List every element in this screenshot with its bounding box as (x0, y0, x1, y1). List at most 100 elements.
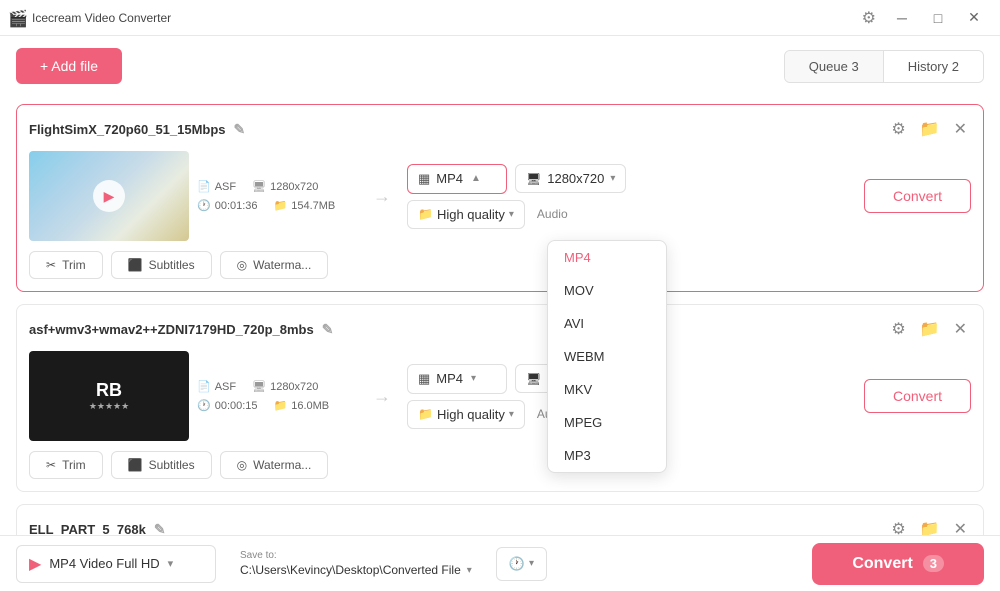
tab-group: Queue 3 History 2 (784, 50, 984, 83)
dropdown-avi[interactable]: AVI (548, 307, 666, 340)
format-chevron-2: ▾ (471, 373, 476, 384)
file-card-1-body: ▶ 📄 ASF 🖥 1280x720 (29, 151, 971, 241)
res-icon-1: 🖥 (252, 180, 266, 193)
toolbar: + Add file Queue 3 History 2 (0, 36, 1000, 96)
size-icon-1: 📁 (274, 199, 288, 212)
quality-select-2[interactable]: 📁 High quality ▾ (407, 400, 525, 429)
folder-2-button[interactable]: 📁 (916, 317, 944, 341)
format-chevron-1: ▲ (471, 173, 481, 184)
watermark-icon-2: ◎ (237, 458, 247, 472)
convert-button-2[interactable]: Convert (864, 379, 971, 413)
subtitles-button-1[interactable]: ⬛ Subtitles (111, 251, 212, 279)
file-name-1: FlightSimX_720p60_51_15Mbps ✎ (29, 121, 245, 138)
watermark-button-1[interactable]: ◎ Waterma... (220, 251, 329, 279)
format-select-2[interactable]: ▦ MP4 ▾ (407, 364, 507, 394)
file-name-2: asf+wmv3+wmav2++ZDNI7179HD_720p_8mbs ✎ (29, 321, 333, 338)
video-type-select[interactable]: ▶ MP4 Video Full HD ▾ (16, 545, 216, 583)
file-3-actions: ⚙ 📁 ✕ (887, 517, 971, 535)
video-type-icon: ▶ (29, 554, 41, 574)
queue-tab[interactable]: Queue 3 (785, 51, 884, 82)
bottom-left: ▶ MP4 Video Full HD ▾ Save to: C:\Users\… (16, 545, 547, 583)
file-meta-1: 📄 ASF 🖥 1280x720 🕐 00:01:36 (197, 180, 357, 212)
meta-row-2b: 🕐 00:00:15 📁 16.0MB (197, 399, 357, 412)
add-file-button[interactable]: + Add file (16, 48, 122, 84)
res-select-icon-1: 🖥 (526, 172, 541, 186)
watermark-button-2[interactable]: ◎ Waterma... (220, 451, 329, 479)
size-icon-2: 📁 (274, 399, 288, 412)
arrow-2: → (373, 386, 391, 407)
meta-row-2a: 📄 ASF 🖥 1280x720 (197, 380, 357, 393)
file-actions-2: ✂ Trim ⬛ Subtitles ◎ Waterma... (29, 451, 971, 479)
format-meta-2: 📄 ASF (197, 380, 236, 393)
file-card-1-header: FlightSimX_720p60_51_15Mbps ✎ ⚙ 📁 ✕ (29, 117, 971, 141)
file-card-2-header: asf+wmv3+wmav2++ZDNI7179HD_720p_8mbs ✎ ⚙… (29, 317, 971, 341)
dropdown-mov[interactable]: MOV (548, 274, 666, 307)
settings-3-button[interactable]: ⚙ (887, 517, 909, 535)
maximize-button[interactable]: □ (920, 2, 956, 34)
save-path[interactable]: C:\Users\Kevincy\Desktop\Converted File … (240, 563, 472, 577)
file-1-actions: ⚙ 📁 ✕ (887, 117, 971, 141)
minimize-button[interactable]: ─ (884, 2, 920, 34)
file-card-3: ELL_PART_5_768k ✎ ⚙ 📁 ✕ (16, 504, 984, 535)
trim-button-1[interactable]: ✂ Trim (29, 251, 103, 279)
format-select-icon-2: ▦ (418, 371, 430, 387)
subtitles-icon-1: ⬛ (128, 258, 143, 272)
quality-icon-1: 📁 (418, 207, 433, 221)
dropdown-mkv[interactable]: MKV (548, 373, 666, 406)
folder-3-button[interactable]: 📁 (916, 517, 944, 535)
watermark-icon-1: ◎ (237, 258, 247, 272)
quality-select-1[interactable]: 📁 High quality ▾ (407, 200, 525, 229)
dropdown-mp3[interactable]: MP3 (548, 439, 666, 472)
app-container: + Add file Queue 3 History 2 FlightSimX_… (0, 36, 1000, 591)
history-chevron: ▾ (529, 558, 534, 569)
format-select-1[interactable]: ▦ MP4 ▲ (407, 164, 507, 194)
duration-meta-2: 🕐 00:00:15 (197, 399, 258, 412)
thumbnail-img-2: RB ★★★★★ (29, 351, 189, 441)
subtitles-button-2[interactable]: ⬛ Subtitles (111, 451, 212, 479)
res-select-icon-2: 🖥 (526, 372, 541, 386)
settings-1-button[interactable]: ⚙ (887, 117, 909, 141)
clock-icon: 🕐 (509, 556, 525, 572)
res-icon-2: 🖥 (252, 380, 266, 393)
close-3-button[interactable]: ✕ (950, 517, 971, 535)
format-icon-2: 📄 (197, 380, 211, 393)
bottom-bar: ▶ MP4 Video Full HD ▾ Save to: C:\Users\… (0, 535, 1000, 591)
file-card-2-body: RB ★★★★★ 📄 ASF 🖥 1280x720 (29, 351, 971, 441)
thumbnail-1: ▶ (29, 151, 189, 241)
res-chevron-1: ▾ (610, 173, 615, 184)
edit-name-1-icon[interactable]: ✎ (234, 121, 246, 138)
dropdown-mpeg[interactable]: MPEG (548, 406, 666, 439)
edit-name-2-icon[interactable]: ✎ (322, 321, 334, 338)
edit-name-3-icon[interactable]: ✎ (154, 521, 166, 536)
title-bar: 🎬 Icecream Video Converter ⚙ ─ □ ✕ (0, 0, 1000, 36)
save-to-section: Save to: C:\Users\Kevincy\Desktop\Conver… (240, 550, 472, 577)
format-dropdown-1: MP4 MOV AVI WEBM MKV MPEG MP3 (547, 240, 667, 473)
close-button[interactable]: ✕ (956, 2, 992, 34)
format-select-icon-1: ▦ (418, 171, 430, 187)
resolution-meta-2: 🖥 1280x720 (252, 380, 318, 393)
app-title: Icecream Video Converter (32, 11, 171, 25)
duration-meta-1: 🕐 00:01:36 (197, 199, 258, 212)
history-clock-button[interactable]: 🕐 ▾ (496, 547, 547, 581)
file-meta-2: 📄 ASF 🖥 1280x720 🕐 00:00:15 (197, 380, 357, 412)
file-name-3: ELL_PART_5_768k ✎ (29, 521, 166, 536)
history-tab[interactable]: History 2 (884, 51, 983, 82)
folder-1-button[interactable]: 📁 (916, 117, 944, 141)
close-1-button[interactable]: ✕ (950, 117, 971, 141)
thumbnail-2: RB ★★★★★ (29, 351, 189, 441)
meta-row-1b: 🕐 00:01:36 📁 154.7MB (197, 199, 357, 212)
resolution-select-1[interactable]: 🖥 1280x720 ▾ (515, 164, 626, 193)
dropdown-webm[interactable]: WEBM (548, 340, 666, 373)
dropdown-mp4[interactable]: MP4 (548, 241, 666, 274)
play-button-1[interactable]: ▶ (93, 180, 125, 212)
settings-2-button[interactable]: ⚙ (887, 317, 909, 341)
close-2-button[interactable]: ✕ (950, 317, 971, 341)
quality-icon-2: 📁 (418, 407, 433, 421)
file-card-3-header: ELL_PART_5_768k ✎ ⚙ 📁 ✕ (29, 517, 971, 535)
convert-all-button[interactable]: Convert 3 (812, 543, 984, 585)
convert-button-1[interactable]: Convert (864, 179, 971, 213)
settings-icon[interactable]: ⚙ (854, 4, 884, 32)
title-bar-left: 🎬 Icecream Video Converter (8, 9, 171, 27)
trim-button-2[interactable]: ✂ Trim (29, 451, 103, 479)
trim-icon-2: ✂ (46, 458, 56, 472)
